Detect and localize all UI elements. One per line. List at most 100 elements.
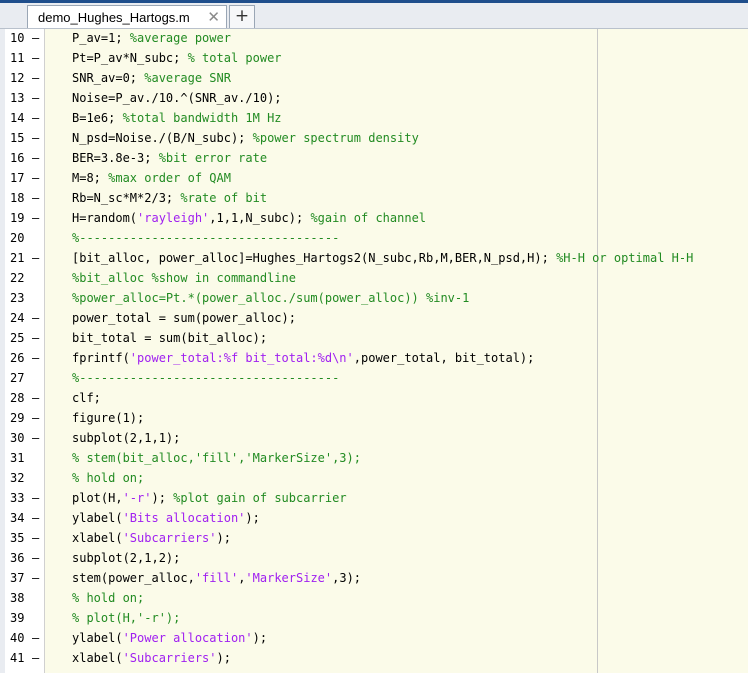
code-token: ylabel( (72, 631, 123, 645)
code-token: xlabel( (72, 531, 123, 545)
code-text: N_psd=Noise./(B/N_subc); %power spectrum… (72, 128, 419, 148)
code-line[interactable]: 13– Noise=P_av./10.^(SNR_av./10); (0, 88, 748, 108)
code-line[interactable]: 41– xlabel('Subcarriers'); (0, 648, 748, 668)
code-token: clf; (72, 391, 101, 405)
code-line[interactable]: 29– figure(1); (0, 408, 748, 428)
breakpoint-marker[interactable]: – (32, 128, 39, 148)
code-token: [bit_alloc, power_alloc]=Hughes_Hartogs2… (72, 251, 557, 265)
breakpoint-marker[interactable]: – (32, 528, 39, 548)
code-token: Rb=N_sc*M*2/3; (72, 191, 181, 205)
line-number: 19 (10, 211, 25, 225)
code-comment: %max order of QAM (108, 171, 231, 185)
code-token: SNR_av=0; (72, 71, 145, 85)
code-line[interactable]: 14– B=1e6; %total bandwidth 1M Hz (0, 108, 748, 128)
code-line[interactable]: 16– BER=3.8e-3; %bit error rate (0, 148, 748, 168)
code-text: %power_alloc=Pt.*(power_alloc./sum(power… (72, 288, 469, 308)
code-comment: % plot(H,'-r'); (72, 611, 181, 625)
code-line[interactable]: 38 % hold on; (0, 588, 748, 608)
code-line[interactable]: 18– Rb=N_sc*M*2/3; %rate of bit (0, 188, 748, 208)
code-line[interactable]: 10– P_av=1; %average power (0, 28, 748, 48)
breakpoint-marker[interactable]: – (32, 508, 39, 528)
breakpoint-marker[interactable]: – (32, 88, 39, 108)
code-token: bit_total = sum(bit_alloc); (72, 331, 268, 345)
breakpoint-marker[interactable]: – (32, 308, 39, 328)
line-number: 10 (10, 31, 25, 45)
code-token: H=random( (72, 211, 138, 225)
breakpoint-marker[interactable]: – (32, 68, 39, 88)
breakpoint-marker[interactable]: – (32, 388, 39, 408)
code-line[interactable]: 37– stem(power_alloc,'fill','MarkerSize',… (0, 568, 748, 588)
code-text: Rb=N_sc*M*2/3; %rate of bit (72, 188, 267, 208)
line-number: 21 (10, 251, 25, 265)
code-line[interactable]: 32 % hold on; (0, 468, 748, 488)
code-line[interactable]: 11– Pt=P_av*N_subc; % total power (0, 48, 748, 68)
breakpoint-marker[interactable]: – (32, 28, 39, 48)
code-line[interactable]: 24– power_total = sum(power_alloc); (0, 308, 748, 328)
breakpoint-marker[interactable]: – (32, 168, 39, 188)
code-token: ); (151, 491, 174, 505)
code-line[interactable]: 27 %------------------------------------ (0, 368, 748, 388)
code-comment: %power_alloc=Pt.*(power_alloc./sum(power… (72, 291, 470, 305)
code-string: 'Subcarriers' (122, 531, 217, 545)
breakpoint-marker[interactable]: – (32, 428, 39, 448)
code-line[interactable]: 36– subplot(2,1,2); (0, 548, 748, 568)
line-number: 27 (10, 371, 25, 385)
code-text: %------------------------------------ (72, 228, 339, 248)
code-token: subplot(2,1,2); (72, 551, 181, 565)
code-line[interactable]: 40– ylabel('Power allocation'); (0, 628, 748, 648)
code-text: % plot(H,'-r'); (72, 608, 180, 628)
code-line[interactable]: 35– xlabel('Subcarriers'); (0, 528, 748, 548)
breakpoint-marker[interactable]: – (32, 648, 39, 668)
code-text: subplot(2,1,2); (72, 548, 180, 568)
breakpoint-marker[interactable]: – (32, 48, 39, 68)
breakpoint-marker[interactable]: – (32, 188, 39, 208)
breakpoint-marker[interactable]: – (32, 408, 39, 428)
code-line[interactable]: 20 %------------------------------------ (0, 228, 748, 248)
editor-tab-bar: demo_Hughes_Hartogs.m ✕ + (0, 3, 748, 29)
code-line[interactable]: 39 % plot(H,'-r'); (0, 608, 748, 628)
line-number: 37 (10, 571, 25, 585)
breakpoint-marker[interactable]: – (32, 108, 39, 128)
code-line[interactable]: 12– SNR_av=0; %average SNR (0, 68, 748, 88)
code-text: [bit_alloc, power_alloc]=Hughes_Hartogs2… (72, 248, 693, 268)
code-line[interactable]: 31 % stem(bit_alloc,'fill','MarkerSize',3… (0, 448, 748, 468)
code-string: '-r' (122, 491, 152, 505)
code-token: B=1e6; (72, 111, 123, 125)
breakpoint-marker[interactable]: – (32, 548, 39, 568)
code-line[interactable]: 23 %power_alloc=Pt.*(power_alloc./sum(pow… (0, 288, 748, 308)
code-line[interactable]: 21– [bit_alloc, power_alloc]=Hughes_Harto… (0, 248, 748, 268)
code-text: clf; (72, 388, 101, 408)
breakpoint-marker[interactable]: – (32, 248, 39, 268)
code-line[interactable]: 25– bit_total = sum(bit_alloc); (0, 328, 748, 348)
breakpoint-marker[interactable]: – (32, 628, 39, 648)
code-line[interactable]: 15– N_psd=Noise./(B/N_subc); %power spect… (0, 128, 748, 148)
code-line[interactable]: 17– M=8; %max order of QAM (0, 168, 748, 188)
code-line[interactable]: 34– ylabel('Bits allocation'); (0, 508, 748, 528)
code-text: % hold on; (72, 468, 144, 488)
code-line[interactable]: 30– subplot(2,1,1); (0, 428, 748, 448)
code-line[interactable]: 33– plot(H,'-r'); %plot gain of subcarrie… (0, 488, 748, 508)
breakpoint-marker[interactable]: – (32, 488, 39, 508)
code-comment: %power spectrum density (252, 131, 419, 145)
code-text: % stem(bit_alloc,'fill','MarkerSize',3); (72, 448, 361, 468)
code-token: ,3); (332, 571, 362, 585)
code-line[interactable]: 19– H=random('rayleigh',1,1,N_subc); %gai… (0, 208, 748, 228)
code-text: B=1e6; %total bandwidth 1M Hz (72, 108, 282, 128)
line-number: 40 (10, 631, 25, 645)
breakpoint-marker[interactable]: – (32, 148, 39, 168)
code-comment: % hold on; (72, 591, 145, 605)
code-comment: %gain of channel (310, 211, 427, 225)
breakpoint-marker[interactable]: – (32, 208, 39, 228)
code-line[interactable]: 26– fprintf('power_total:%f bit_total:%d\… (0, 348, 748, 368)
tab-demo-hughes-hartogs[interactable]: demo_Hughes_Hartogs.m ✕ (27, 5, 227, 28)
code-text: H=random('rayleigh',1,1,N_subc); %gain o… (72, 208, 426, 228)
close-icon[interactable]: ✕ (207, 8, 220, 26)
breakpoint-marker[interactable]: – (32, 328, 39, 348)
code-line[interactable]: 28– clf; (0, 388, 748, 408)
breakpoint-marker[interactable]: – (32, 568, 39, 588)
code-comment: %------------------------------------ (72, 231, 340, 245)
code-line[interactable]: 22 %bit_alloc %show in commandline (0, 268, 748, 288)
new-tab-button[interactable]: + (229, 5, 255, 28)
breakpoint-marker[interactable]: – (32, 348, 39, 368)
code-token: plot(H, (72, 491, 123, 505)
